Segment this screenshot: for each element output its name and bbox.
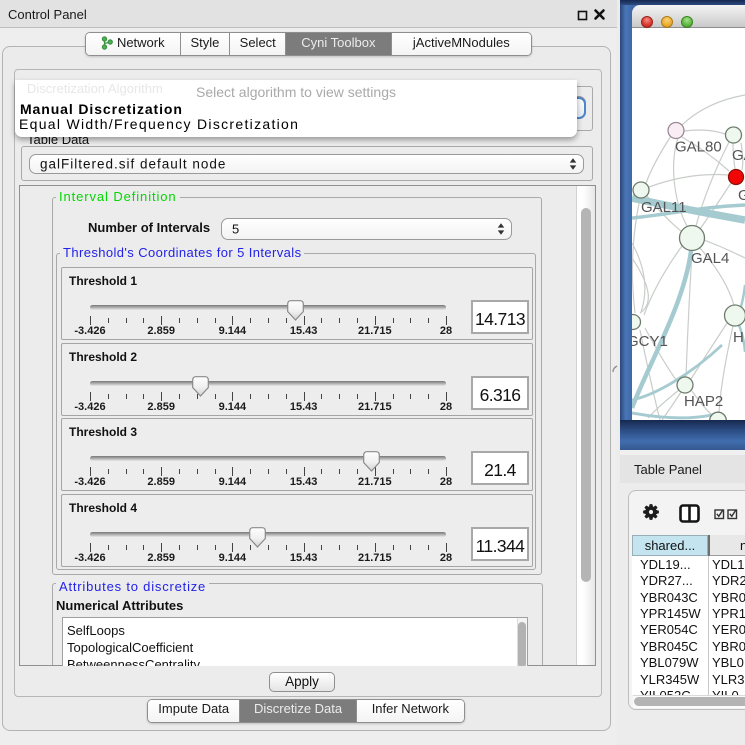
svg-text:GAL80: GAL80	[675, 139, 722, 156]
svg-text:HAP2: HAP2	[684, 393, 723, 410]
svg-text:H: H	[733, 329, 744, 346]
svg-text:GAL4: GAL4	[691, 250, 729, 267]
svg-text:GCY1: GCY1	[632, 333, 668, 350]
svg-text:G: G	[738, 187, 745, 204]
svg-text:GAL11: GAL11	[641, 199, 687, 216]
svg-text:GA: GA	[732, 147, 745, 164]
